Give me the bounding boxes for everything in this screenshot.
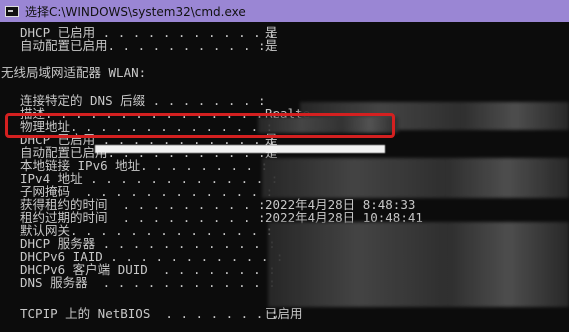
window-title: 选择C:\WINDOWS\system32\cmd.exe	[25, 4, 246, 19]
console-line: DNS 服务器 . . . . . . . . . . . :	[20, 275, 276, 290]
adapter-header: 无线局域网适配器 WLAN:	[1, 65, 147, 80]
cmd-icon	[5, 5, 19, 17]
console-value: 已启用	[265, 306, 303, 321]
redacted-region	[268, 222, 569, 307]
console-output[interactable]: DHCP 已启用 . . . . . . . . . . . : 是 自动配置已…	[0, 22, 569, 332]
title-bar[interactable]: 选择C:\WINDOWS\system32\cmd.exe	[0, 0, 569, 22]
highlight-box	[5, 113, 395, 138]
console-line: TCPIP 上的 NetBIOS . . . . . . . :	[20, 306, 279, 321]
console-line: 自动配置已启用. . . . . . . . . . :	[20, 38, 266, 53]
redacted-mac-address	[95, 145, 385, 153]
redacted-region	[262, 158, 569, 198]
console-value: 是	[265, 38, 278, 53]
